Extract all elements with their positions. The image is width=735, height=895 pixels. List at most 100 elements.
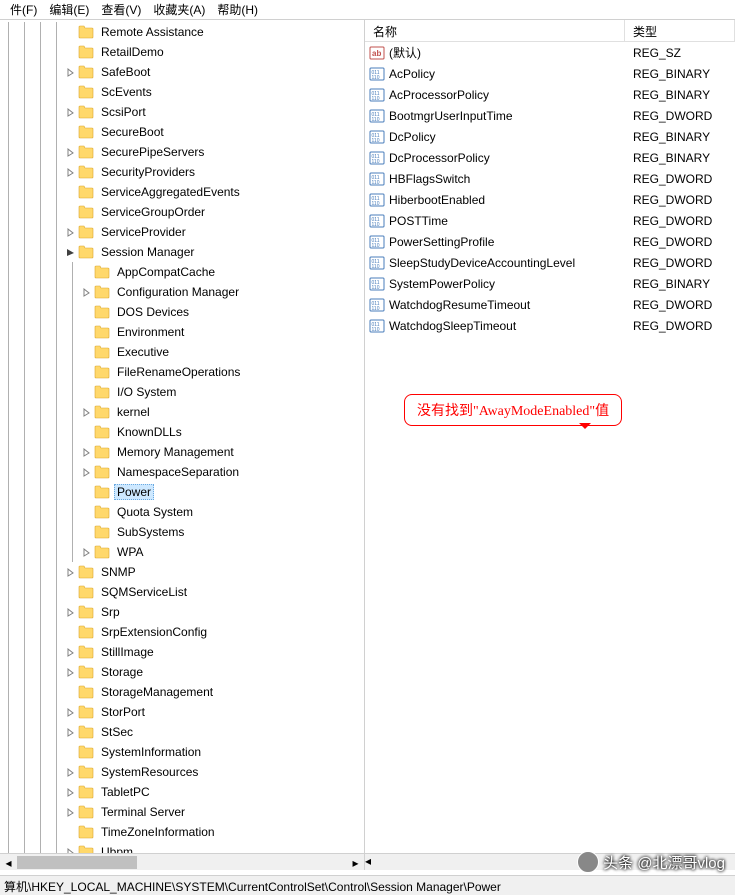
tree-item[interactable]: Memory Management [0,442,364,462]
value-row[interactable]: 011110WatchdogResumeTimeoutREG_DWORD [365,294,735,315]
tree-item[interactable]: ServiceGroupOrder [0,202,364,222]
chevron-right-icon[interactable] [80,546,92,558]
chevron-right-icon[interactable] [64,726,76,738]
chevron-right-icon[interactable] [64,226,76,238]
value-row[interactable]: 011110PowerSettingProfileREG_DWORD [365,231,735,252]
value-name: POSTTime [389,214,629,228]
tree-hscrollbar[interactable]: ◂ ▸ [0,853,364,870]
chevron-right-icon[interactable] [64,66,76,78]
chevron-right-icon[interactable] [64,786,76,798]
tree-item[interactable]: Srp [0,602,364,622]
value-row[interactable]: 011110SystemPowerPolicyREG_BINARY [365,273,735,294]
value-row[interactable]: 011110AcPolicyREG_BINARY [365,63,735,84]
scroll-left-icon[interactable]: ◂ [0,854,17,870]
tree-item[interactable]: ScsiPort [0,102,364,122]
scroll-thumb[interactable] [17,856,137,869]
tree-item[interactable]: Storage [0,662,364,682]
tree-item[interactable]: TabletPC [0,782,364,802]
chevron-right-icon[interactable] [64,146,76,158]
tree-item[interactable]: Quota System [0,502,364,522]
value-row[interactable]: ab(默认)REG_SZ [365,42,735,63]
watermark: 头条 @北漂哥vlog [577,851,725,873]
tree-item[interactable]: StorageManagement [0,682,364,702]
value-row[interactable]: 011110SleepStudyDeviceAccountingLevelREG… [365,252,735,273]
tree-item[interactable]: kernel [0,402,364,422]
folder-icon [94,345,110,359]
value-row[interactable]: 011110DcProcessorPolicyREG_BINARY [365,147,735,168]
menu-edit[interactable]: 编辑(E) [43,1,95,18]
tree-item[interactable]: TimeZoneInformation [0,822,364,842]
tree-item[interactable]: Environment [0,322,364,342]
tree-item[interactable]: StillImage [0,642,364,662]
menu-file[interactable]: 件(F) [4,1,43,18]
chevron-right-icon[interactable] [80,446,92,458]
tree-item[interactable]: WPA [0,542,364,562]
value-list-panel: 名称 类型 ab(默认)REG_SZ011110AcPolicyREG_BINA… [365,20,735,870]
tree-item[interactable]: DOS Devices [0,302,364,322]
tree-item[interactable]: SecurePipeServers [0,142,364,162]
tree-item[interactable]: I/O System [0,382,364,402]
tree-item-label: I/O System [114,385,179,399]
chevron-right-icon[interactable] [64,646,76,658]
tree-item[interactable]: FileRenameOperations [0,362,364,382]
chevron-right-icon[interactable] [64,106,76,118]
tree-item-label: AppCompatCache [114,265,218,279]
tree-item[interactable]: Power [0,482,364,502]
tree-item[interactable]: SrpExtensionConfig [0,622,364,642]
value-row[interactable]: 011110BootmgrUserInputTimeREG_DWORD [365,105,735,126]
tree-item[interactable]: NamespaceSeparation [0,462,364,482]
scroll-right-icon[interactable]: ▸ [347,854,364,870]
tree-item[interactable]: AppCompatCache [0,262,364,282]
chevron-down-icon[interactable] [64,246,76,258]
chevron-right-icon[interactable] [80,466,92,478]
tree-item[interactable]: SystemInformation [0,742,364,762]
value-row[interactable]: 011110DcPolicyREG_BINARY [365,126,735,147]
chevron-right-icon[interactable] [64,666,76,678]
menu-help[interactable]: 帮助(H) [211,1,264,18]
tree-item-label: Srp [98,605,123,619]
tree-item[interactable]: SQMServiceList [0,582,364,602]
tree-item[interactable]: Remote Assistance [0,22,364,42]
tree-item[interactable]: RetailDemo [0,42,364,62]
tree-item-label: Remote Assistance [98,25,207,39]
svg-text:110: 110 [372,201,380,207]
tree-item[interactable]: SNMP [0,562,364,582]
chevron-right-icon[interactable] [64,566,76,578]
tree-item[interactable]: SystemResources [0,762,364,782]
chevron-right-icon[interactable] [64,606,76,618]
value-name: WatchdogResumeTimeout [389,298,629,312]
chevron-right-icon[interactable] [64,166,76,178]
tree-item[interactable]: SafeBoot [0,62,364,82]
tree-item-label: SecurePipeServers [98,145,207,159]
tree-item[interactable]: StorPort [0,702,364,722]
tree-item[interactable]: Executive [0,342,364,362]
value-row[interactable]: 011110WatchdogSleepTimeoutREG_DWORD [365,315,735,336]
tree-item[interactable]: Terminal Server [0,802,364,822]
tree-item[interactable]: ServiceProvider [0,222,364,242]
tree-item-label: ScsiPort [98,105,149,119]
chevron-right-icon[interactable] [64,706,76,718]
value-row[interactable]: 011110HBFlagsSwitchREG_DWORD [365,168,735,189]
menu-view[interactable]: 查看(V) [95,1,147,18]
tree-item[interactable]: KnownDLLs [0,422,364,442]
tree-item[interactable]: SecureBoot [0,122,364,142]
value-row[interactable]: 011110HiberbootEnabledREG_DWORD [365,189,735,210]
tree-item[interactable]: SubSystems [0,522,364,542]
tree-item[interactable]: Configuration Manager [0,282,364,302]
tree-item[interactable]: SecurityProviders [0,162,364,182]
column-header-name[interactable]: 名称 [365,20,625,41]
tree-item[interactable]: ServiceAggregatedEvents [0,182,364,202]
menu-favorites[interactable]: 收藏夹(A) [147,1,211,18]
chevron-right-icon[interactable] [64,806,76,818]
chevron-right-icon[interactable] [80,286,92,298]
chevron-right-icon[interactable] [64,766,76,778]
chevron-right-icon[interactable] [80,406,92,418]
tree-item-label: SubSystems [114,525,187,539]
tree-item[interactable]: Session Manager [0,242,364,262]
column-header-type[interactable]: 类型 [625,20,735,41]
tree-item[interactable]: ScEvents [0,82,364,102]
value-row[interactable]: 011110POSTTimeREG_DWORD [365,210,735,231]
folder-icon [78,225,94,239]
value-row[interactable]: 011110AcProcessorPolicyREG_BINARY [365,84,735,105]
tree-item[interactable]: StSec [0,722,364,742]
